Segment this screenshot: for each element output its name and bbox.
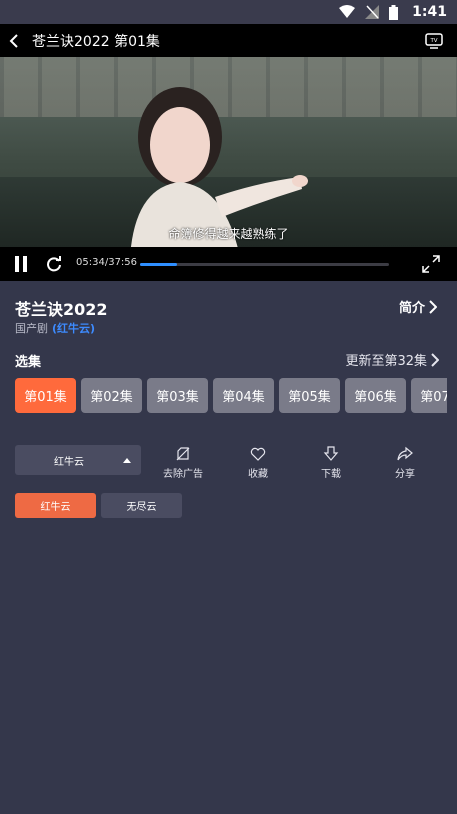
video-subtitle: 命簿修得越来越熟练了: [168, 227, 289, 241]
caret-up-icon: [123, 457, 131, 463]
refresh-icon: [47, 256, 61, 272]
video-title-bar: 苍兰诀2022 第01集 TV: [0, 24, 457, 57]
duration: 37:56: [108, 257, 138, 268]
svg-text:TV: TV: [429, 38, 437, 44]
cast-button[interactable]: TV: [423, 30, 445, 52]
no-signal-icon: [365, 5, 380, 19]
remove-ad-label: 去除广告: [163, 469, 203, 480]
tv-icon: TV: [425, 32, 443, 49]
battery-icon: [389, 4, 399, 20]
chevron-right-icon: [431, 352, 439, 367]
intro-label: 简介: [398, 301, 425, 316]
episodes-label: 选集: [15, 355, 42, 370]
refresh-button[interactable]: [46, 256, 62, 272]
share-label: 分享: [395, 469, 415, 480]
progress-fill: [140, 263, 177, 266]
status-time: 1:41: [412, 4, 447, 20]
show-title: 苍兰诀2022: [15, 300, 108, 319]
heart-icon: [250, 447, 266, 461]
update-text: 更新至第32集: [345, 354, 427, 369]
episode-button[interactable]: 第03集: [147, 378, 208, 413]
episode-button[interactable]: 第04集: [213, 378, 274, 413]
episode-button[interactable]: 第05集: [279, 378, 340, 413]
share-icon: [397, 446, 413, 461]
episode-button[interactable]: 第06集: [345, 378, 406, 413]
update-status-button[interactable]: 更新至第32集: [345, 350, 439, 369]
video-frame-figure: [131, 87, 308, 247]
episode-button[interactable]: 第01集: [15, 378, 76, 413]
wifi-icon: [339, 5, 356, 18]
video-player[interactable]: 命簿修得越来越熟练了: [0, 57, 457, 247]
episode-button[interactable]: 第02集: [81, 378, 142, 413]
line-select-value: 红牛云: [54, 456, 84, 468]
download-button[interactable]: 下载: [301, 446, 361, 480]
show-meta: 国产剧 (红牛云): [15, 320, 95, 336]
progress-bar[interactable]: [140, 263, 389, 266]
favorite-button[interactable]: 收藏: [228, 446, 288, 480]
episode-list: 第01集 第02集 第03集 第04集 第05集 第06集 第07集: [15, 378, 447, 414]
fullscreen-icon: [422, 255, 440, 273]
chevron-right-icon: [429, 299, 437, 314]
source-option[interactable]: 无尽云: [101, 493, 182, 518]
download-icon: [323, 446, 339, 461]
pause-button[interactable]: [14, 255, 28, 273]
download-label: 下载: [321, 469, 341, 480]
current-time: 05:34: [76, 257, 105, 268]
status-bar: 1:41: [0, 0, 457, 24]
episode-button[interactable]: 第07集: [411, 378, 447, 413]
favorite-label: 收藏: [248, 469, 268, 480]
back-button[interactable]: [2, 24, 26, 57]
intro-button[interactable]: 简介: [399, 297, 437, 316]
line-select-dropdown[interactable]: 红牛云: [15, 445, 141, 475]
show-category: 国产剧: [15, 322, 48, 335]
remove-ad-button[interactable]: 去除广告: [153, 446, 213, 480]
remove-ad-icon: [176, 447, 190, 461]
video-title: 苍兰诀2022 第01集: [32, 33, 160, 50]
player-controls: 05:34/37:56: [0, 247, 457, 281]
playback-time: 05:34/37:56: [76, 257, 138, 268]
pause-icon: [15, 256, 27, 272]
fullscreen-button[interactable]: [422, 255, 440, 273]
share-button[interactable]: 分享: [375, 446, 435, 480]
source-tag: (红牛云): [52, 322, 96, 335]
chevron-left-icon: [9, 33, 18, 48]
source-list: 红牛云 无尽云: [15, 493, 182, 518]
source-option[interactable]: 红牛云: [15, 493, 96, 518]
